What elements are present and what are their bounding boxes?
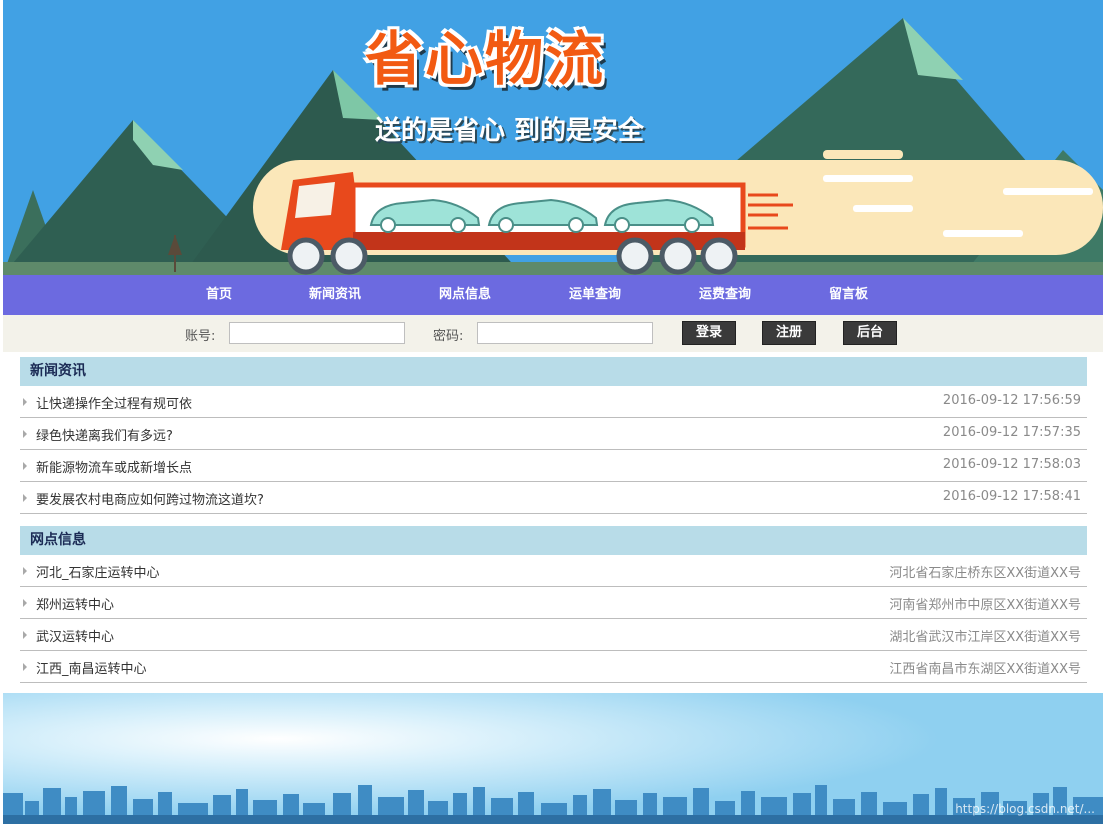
branch-name[interactable]: 郑州运转中心 xyxy=(36,594,114,613)
nav-item-waybill-query[interactable]: 运单查询 xyxy=(569,275,621,315)
branches-section: 网点信息 河北_石家庄运转中心 河北省石家庄桥东区XX街道XX号 郑州运转中心 … xyxy=(20,526,1087,683)
nav-item-message-board[interactable]: 留言板 xyxy=(829,275,868,315)
branch-address: 河南省郑州市中原区XX街道XX号 xyxy=(889,598,1081,613)
news-section: 新闻资讯 让快递操作全过程有规可依 2016-09-12 17:56:59 绿色… xyxy=(20,357,1087,514)
branch-address: 河北省石家庄桥东区XX街道XX号 xyxy=(889,566,1081,581)
bullet-arrow-icon xyxy=(23,631,27,639)
branch-name[interactable]: 武汉运转中心 xyxy=(36,626,114,645)
page: 省心物流 送的是省心 到的是安全 首页 新闻资讯 网点信息 运单查询 运费查询 … xyxy=(0,0,1108,824)
register-button[interactable]: 注册 xyxy=(762,321,816,345)
news-row[interactable]: 绿色快递离我们有多远? 2016-09-12 17:57:35 xyxy=(20,418,1087,450)
news-title[interactable]: 绿色快递离我们有多远? xyxy=(36,425,173,444)
news-title[interactable]: 要发展农村电商应如何跨过物流这道坎? xyxy=(36,489,264,508)
brand-logo-text: 省心物流 xyxy=(365,25,606,93)
password-input[interactable] xyxy=(477,322,653,344)
nav-item-branches[interactable]: 网点信息 xyxy=(439,275,491,315)
nav-item-freight-query[interactable]: 运费查询 xyxy=(699,275,751,315)
skyline-illustration xyxy=(3,693,1103,824)
bullet-arrow-icon xyxy=(23,663,27,671)
bullet-arrow-icon xyxy=(23,462,27,470)
bullet-arrow-icon xyxy=(23,494,27,502)
news-row[interactable]: 要发展农村电商应如何跨过物流这道坎? 2016-09-12 17:58:41 xyxy=(20,482,1087,514)
bullet-arrow-icon xyxy=(23,430,27,438)
account-label: 账号: xyxy=(185,329,216,344)
news-date: 2016-09-12 17:58:41 xyxy=(942,489,1081,504)
news-title[interactable]: 让快递操作全过程有规可依 xyxy=(36,393,192,412)
footer-skyline: https://blog.csdn.net/... xyxy=(3,693,1103,824)
header-banner: 省心物流 送的是省心 到的是安全 xyxy=(3,0,1103,275)
bullet-arrow-icon xyxy=(23,398,27,406)
branch-name[interactable]: 河北_石家庄运转中心 xyxy=(36,562,160,581)
news-row[interactable]: 让快递操作全过程有规可依 2016-09-12 17:56:59 xyxy=(20,386,1087,418)
nav-item-home[interactable]: 首页 xyxy=(206,275,232,315)
branch-address: 江西省南昌市东湖区XX街道XX号 xyxy=(889,662,1081,677)
branch-row[interactable]: 河北_石家庄运转中心 河北省石家庄桥东区XX街道XX号 xyxy=(20,555,1087,587)
password-label: 密码: xyxy=(433,329,464,344)
news-date: 2016-09-12 17:57:35 xyxy=(942,425,1081,440)
branch-row[interactable]: 江西_南昌运转中心 江西省南昌市东湖区XX街道XX号 xyxy=(20,651,1087,683)
login-button[interactable]: 登录 xyxy=(682,321,736,345)
bullet-arrow-icon xyxy=(23,599,27,607)
news-date: 2016-09-12 17:56:59 xyxy=(942,393,1081,408)
login-bar: 账号: 密码: 登录 注册 后台 xyxy=(3,315,1103,352)
news-date: 2016-09-12 17:58:03 xyxy=(942,457,1081,472)
branches-section-heading: 网点信息 xyxy=(20,526,1087,555)
watermark-text: https://blog.csdn.net/... xyxy=(955,802,1095,816)
admin-button[interactable]: 后台 xyxy=(843,321,897,345)
main-nav: 首页 新闻资讯 网点信息 运单查询 运费查询 留言板 xyxy=(3,275,1103,315)
nav-item-news[interactable]: 新闻资讯 xyxy=(309,275,361,315)
news-section-heading: 新闻资讯 xyxy=(20,357,1087,386)
news-row[interactable]: 新能源物流车或成新增长点 2016-09-12 17:58:03 xyxy=(20,450,1087,482)
brand-slogan: 送的是省心 到的是安全 xyxy=(375,116,645,146)
news-title[interactable]: 新能源物流车或成新增长点 xyxy=(36,457,192,476)
branch-name[interactable]: 江西_南昌运转中心 xyxy=(36,658,147,677)
branch-address: 湖北省武汉市江岸区XX街道XX号 xyxy=(889,630,1081,645)
account-input[interactable] xyxy=(229,322,405,344)
bullet-arrow-icon xyxy=(23,567,27,575)
branch-row[interactable]: 郑州运转中心 河南省郑州市中原区XX街道XX号 xyxy=(20,587,1087,619)
branch-row[interactable]: 武汉运转中心 湖北省武汉市江岸区XX街道XX号 xyxy=(20,619,1087,651)
